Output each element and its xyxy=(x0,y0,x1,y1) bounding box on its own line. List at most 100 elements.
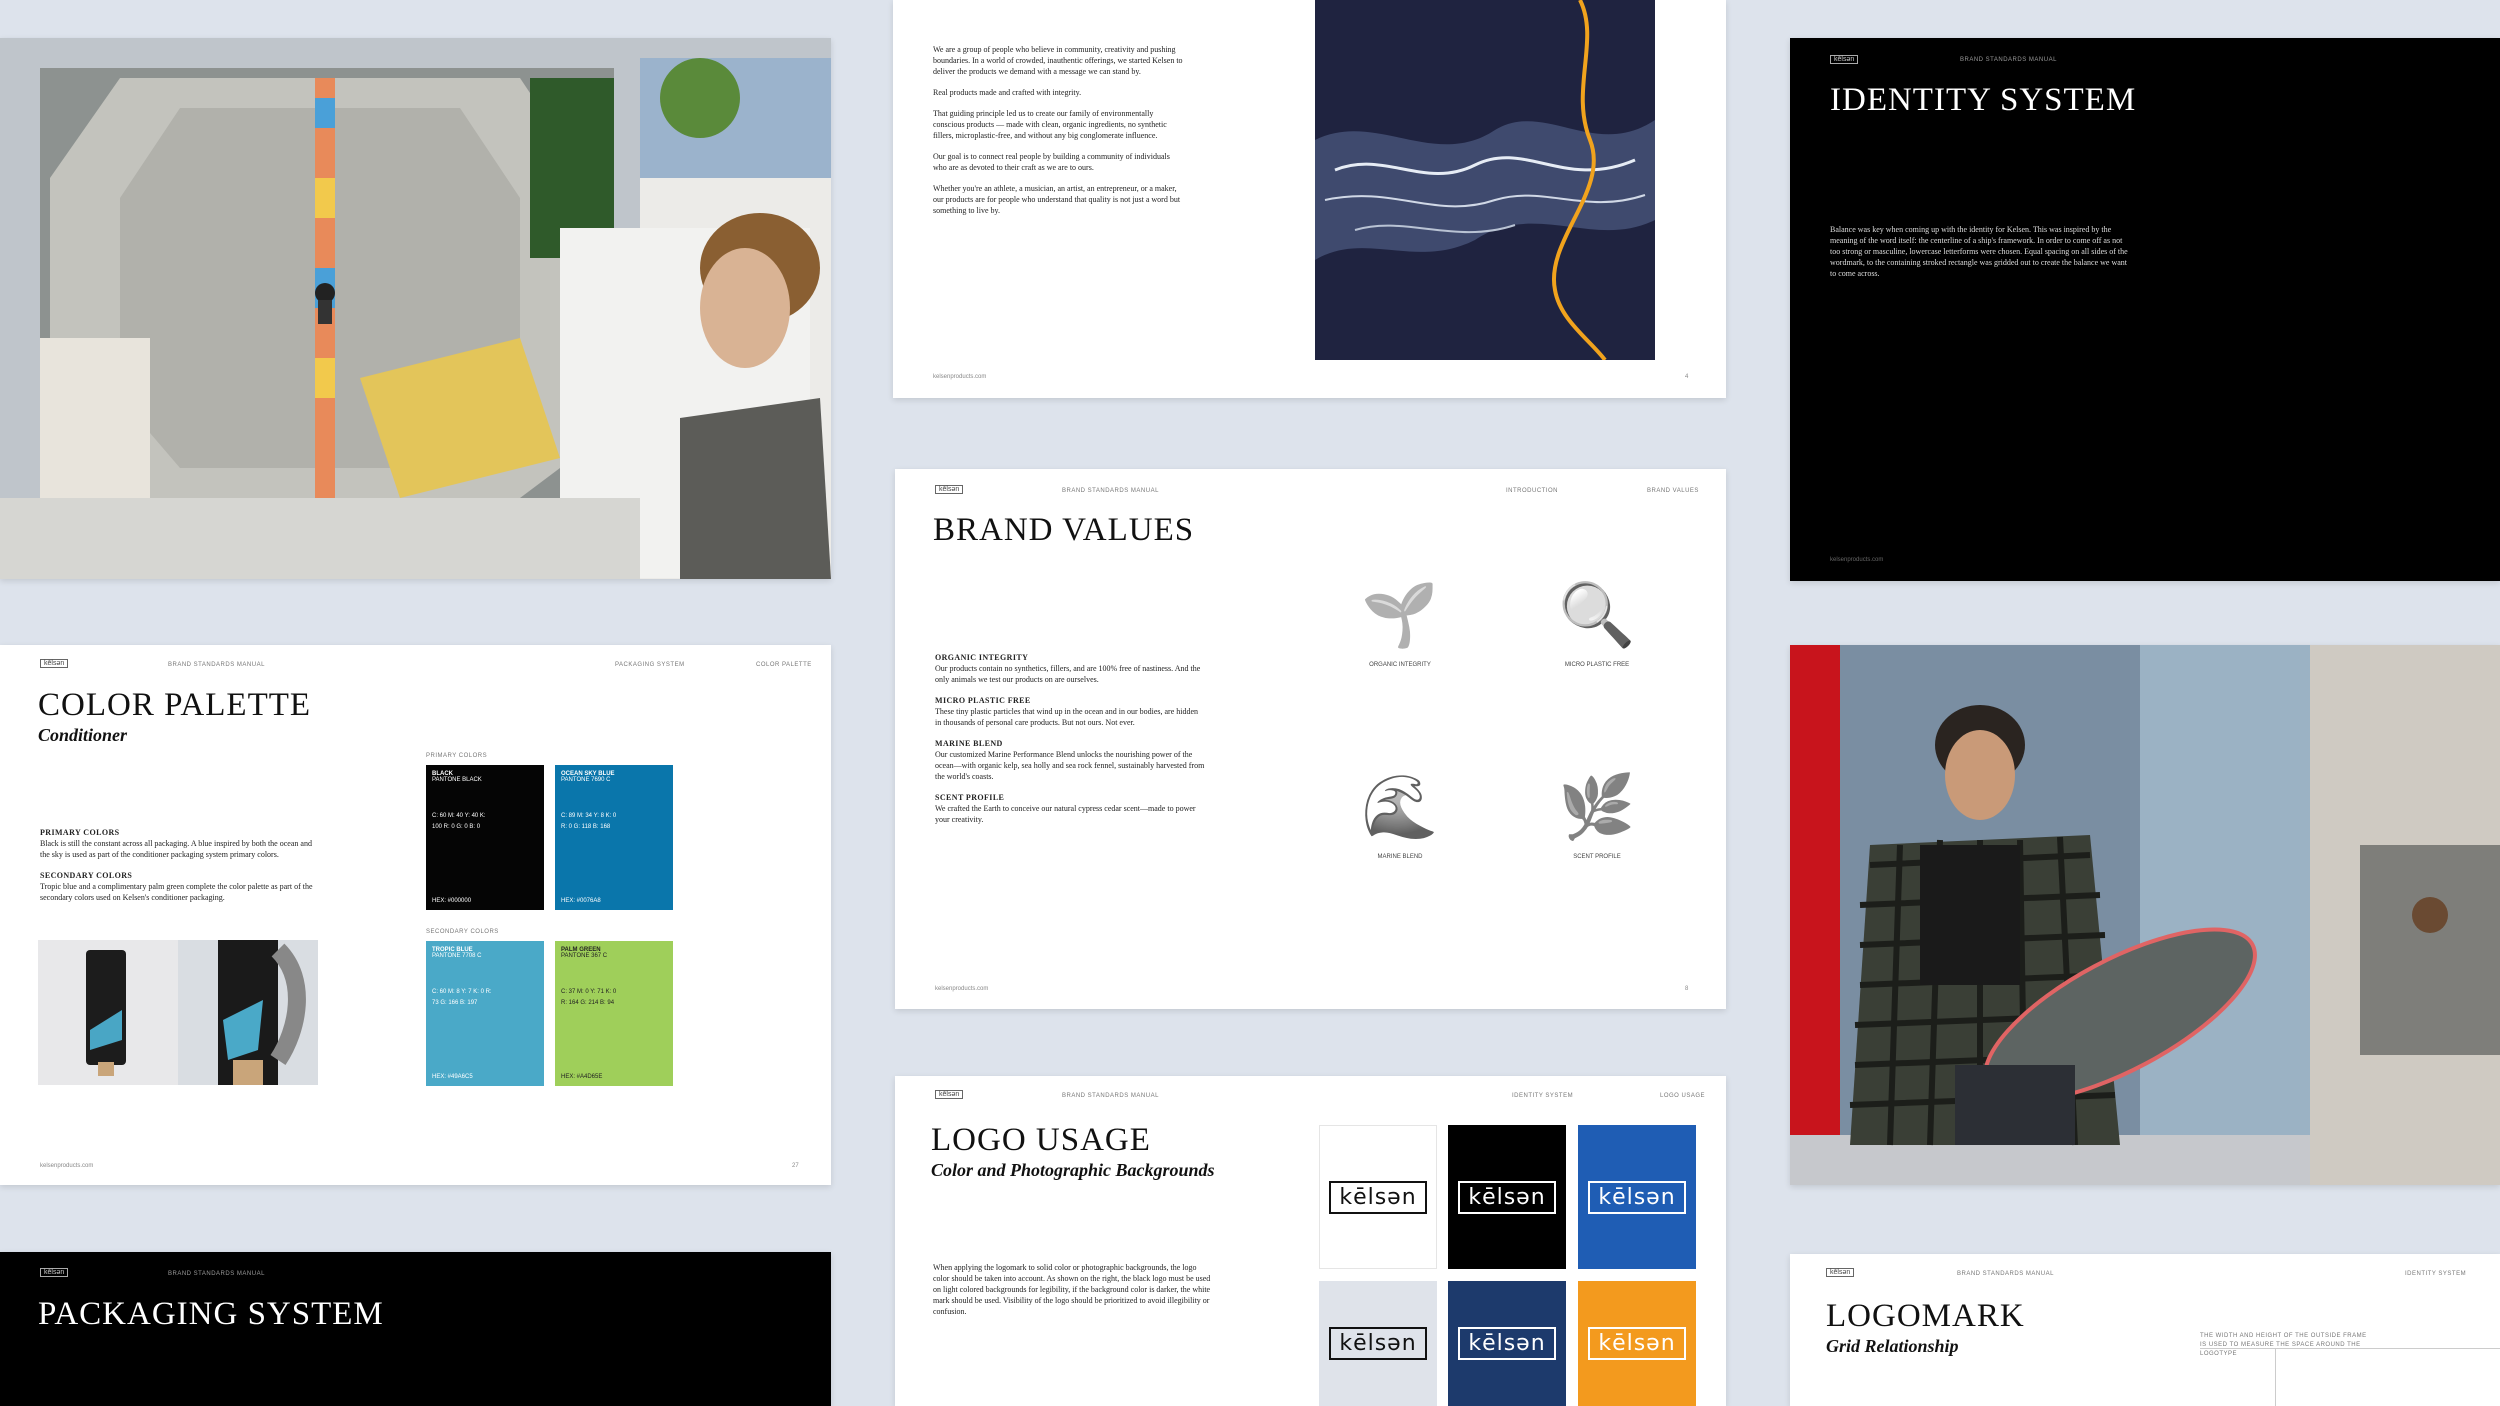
manual-header: BRAND STANDARDS MANUAL xyxy=(1062,488,1159,494)
swatch-pantone: PANTONE 7708 C xyxy=(432,953,482,959)
swatch-values: C: 89 M: 34 Y: 8 K: 0 R: 0 G: 118 B: 168 xyxy=(561,813,617,830)
manual-header: BRAND STANDARDS MANUAL xyxy=(1062,1093,1159,1099)
swatch-values: C: 37 M: 0 Y: 71 K: 0 R: 164 G: 214 B: 9… xyxy=(561,989,617,1006)
swatch-values: C: 60 M: 40 Y: 40 K: 100 R: 0 G: 0 B: 0 xyxy=(432,813,486,830)
secondary-colors-label: SECONDARY COLORS xyxy=(426,929,499,935)
section-header: IDENTITY SYSTEM xyxy=(1512,1093,1574,1099)
leaf-icon: 🌿 xyxy=(1558,773,1636,842)
wordmark: kēlsən xyxy=(1329,1180,1427,1214)
page-number: 4 xyxy=(1685,374,1689,380)
skater-portrait-photo xyxy=(1790,645,2500,1185)
page-title: PACKAGING SYSTEM xyxy=(38,1296,384,1332)
swatch-pantone: PANTONE BLACK xyxy=(432,777,482,783)
icon-label: SCENT PROFILE xyxy=(1573,854,1621,860)
manual-header: BRAND STANDARDS MANUAL xyxy=(168,1271,265,1277)
page-header: COLOR PALETTE xyxy=(756,662,812,668)
manual-header: BRAND STANDARDS MANUAL xyxy=(1957,1271,2054,1277)
swatch-hex: HEX: #000000 xyxy=(432,898,472,904)
page-subtitle: Grid Relationship xyxy=(1826,1336,1959,1356)
identity-system-spread: kēlsən BRAND STANDARDS MANUAL IDENTITY S… xyxy=(1790,38,2500,581)
color-swatch-black: BLACK PANTONE BLACK C: 60 M: 40 Y: 40 K:… xyxy=(426,765,544,910)
skate-photo xyxy=(0,38,831,579)
wordmark: kēlsən xyxy=(1588,1180,1686,1214)
sprout-icon: 🌱 xyxy=(1361,581,1439,650)
conditioner-product-photo xyxy=(38,940,318,1085)
ocean-photo xyxy=(1315,0,1655,360)
section-header: PACKAGING SYSTEM xyxy=(615,662,685,668)
swatch-hex: HEX: #49A6C5 xyxy=(432,1074,473,1080)
manifesto-paragraph: We are a group of people who believe in … xyxy=(933,45,1183,76)
manifesto-text: We are a group of people who believe in … xyxy=(933,44,1183,226)
manual-header: BRAND STANDARDS MANUAL xyxy=(168,662,265,668)
icon-label: ORGANIC INTEGRITY xyxy=(1369,662,1431,668)
wordmark: kēlsən xyxy=(1588,1327,1686,1360)
value-text: We crafted the Earth to conceive our nat… xyxy=(935,804,1196,824)
value-text: These tiny plastic particles that wind u… xyxy=(935,707,1199,727)
swatch-hex: HEX: #A4D65E xyxy=(561,1074,603,1080)
wave-icon: 🌊 xyxy=(1361,773,1439,842)
value-heading: MARINE BLEND xyxy=(935,739,1003,748)
secondary-colors-heading: SECONDARY COLORS xyxy=(40,871,133,880)
value-icon-organic: 🌱 ORGANIC INTEGRITY xyxy=(1335,579,1465,668)
page-number: 8 xyxy=(1685,986,1689,992)
page-subtitle: Color and Photographic Backgrounds xyxy=(931,1160,1215,1180)
icon-label: MARINE BLEND xyxy=(1377,854,1423,860)
value-heading: MICRO PLASTIC FREE xyxy=(935,696,1031,705)
brand-logo: kēlsən xyxy=(1830,55,1859,64)
palette-description: PRIMARY COLORS Black is still the consta… xyxy=(40,827,320,913)
secondary-colors-text: Tropic blue and a complimentary palm gre… xyxy=(40,882,313,902)
logo-tile-black: kēlsən xyxy=(1448,1125,1566,1269)
color-palette-spread: kēlsən BRAND STANDARDS MANUAL PACKAGING … xyxy=(0,645,831,1185)
skater-portrait-spread xyxy=(1790,645,2500,1185)
swatch-hex: HEX: #0076A8 xyxy=(561,898,601,904)
page-footer: kelsenproducts.com xyxy=(40,1163,94,1169)
value-icon-scent: 🌿 SCENT PROFILE xyxy=(1532,771,1662,860)
brand-values-list: ORGANIC INTEGRITY Our products contain n… xyxy=(935,652,1205,835)
brand-values-spread: kēlsən BRAND STANDARDS MANUAL INTRODUCTI… xyxy=(895,469,1726,1009)
value-heading: ORGANIC INTEGRITY xyxy=(935,653,1029,662)
grid-guide-line xyxy=(2200,1348,2500,1349)
wordmark: kēlsən xyxy=(1458,1327,1556,1360)
page-title: LOGOMARK xyxy=(1826,1298,2025,1334)
magnifier-icon: 🔍 xyxy=(1558,581,1636,650)
value-text: Our customized Marine Performance Blend … xyxy=(935,750,1205,781)
page-footer: kelsenproducts.com xyxy=(1830,557,1884,563)
page-footer: kelsenproducts.com xyxy=(933,374,987,380)
value-text: Our products contain no synthetics, fill… xyxy=(935,664,1201,684)
swatch-values: C: 60 M: 8 Y: 7 K: 0 R: 73 G: 166 B: 197 xyxy=(432,989,492,1006)
identity-body: Balance was key when coming up with the … xyxy=(1830,225,2128,278)
wordmark: kēlsən xyxy=(1458,1180,1556,1214)
logo-usage-spread: kēlsən BRAND STANDARDS MANUAL IDENTITY S… xyxy=(895,1076,1726,1406)
primary-colors-label: PRIMARY COLORS xyxy=(426,753,488,759)
primary-colors-heading: PRIMARY COLORS xyxy=(40,828,120,837)
page-subtitle: Conditioner xyxy=(38,725,128,745)
grid-note: THE WIDTH AND HEIGHT OF THE OUTSIDE FRAM… xyxy=(2200,1333,2367,1357)
manifesto-paragraph: Whether you're an athlete, a musician, a… xyxy=(933,184,1181,215)
page-title: LOGO USAGE xyxy=(931,1122,1151,1158)
grid-guide-line xyxy=(2275,1348,2276,1406)
logo-tile-navy: kēlsən xyxy=(1448,1281,1566,1406)
page-header: BRAND VALUES xyxy=(1647,488,1699,494)
logo-tile-light-gray: kēlsən xyxy=(1319,1281,1437,1406)
logo-tile-white: kēlsən xyxy=(1319,1125,1437,1269)
color-swatch-tropic-blue: TROPIC BLUE PANTONE 7708 C C: 60 M: 8 Y:… xyxy=(426,941,544,1086)
brand-logo: kēlsən xyxy=(1826,1268,1855,1277)
manifesto-paragraph: Real products made and crafted with inte… xyxy=(933,88,1082,97)
page-header: LOGO USAGE xyxy=(1660,1093,1706,1099)
brand-logo: kēlsən xyxy=(40,659,69,668)
section-header: IDENTITY SYSTEM xyxy=(2405,1271,2467,1277)
manifesto-spread: We are a group of people who believe in … xyxy=(893,0,1726,398)
swatch-pantone: PANTONE 7690 C xyxy=(561,777,611,783)
color-swatch-palm-green: PALM GREEN PANTONE 367 C C: 37 M: 0 Y: 7… xyxy=(555,941,673,1086)
value-icon-marine: 🌊 MARINE BLEND xyxy=(1335,771,1465,860)
page-title: BRAND VALUES xyxy=(933,512,1195,548)
brand-logo: kēlsən xyxy=(40,1268,69,1277)
logo-usage-body: When applying the logomark to solid colo… xyxy=(933,1263,1211,1316)
wordmark: kēlsən xyxy=(1329,1327,1427,1360)
value-icon-microplastic: 🔍 MICRO PLASTIC FREE xyxy=(1532,579,1662,668)
manifesto-paragraph: Our goal is to connect real people by bu… xyxy=(933,152,1170,172)
page-title: COLOR PALETTE xyxy=(38,687,312,723)
logomark-spread: kēlsən BRAND STANDARDS MANUAL IDENTITY S… xyxy=(1790,1254,2500,1406)
icon-label: MICRO PLASTIC FREE xyxy=(1564,662,1630,668)
primary-colors-text: Black is still the constant across all p… xyxy=(40,839,312,859)
